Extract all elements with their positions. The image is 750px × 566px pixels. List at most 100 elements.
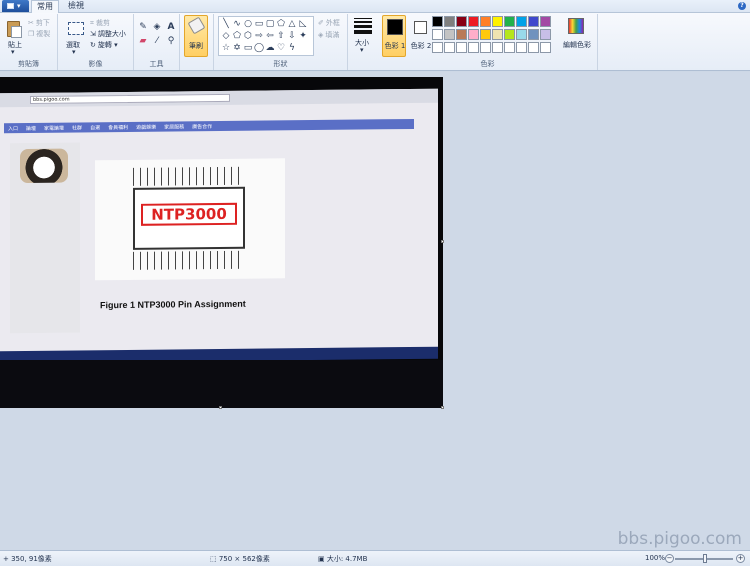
photo-nav-item: 會員福利 <box>108 124 129 132</box>
four-point-star-shape-icon[interactable]: ✦ <box>298 31 308 41</box>
palette-color-swatch[interactable] <box>468 16 479 27</box>
cursor-position-value: 350, 91像素 <box>11 555 52 563</box>
edit-colors-button[interactable]: 編輯色彩 <box>558 16 594 58</box>
eraser-icon[interactable]: ▰ <box>137 36 149 47</box>
tab-view[interactable]: 檢視 <box>62 0 90 13</box>
palette-color-swatch[interactable] <box>480 42 491 53</box>
palette-color-swatch[interactable] <box>456 16 467 27</box>
tools-group-label: 工具 <box>149 60 164 68</box>
palette-color-swatch[interactable] <box>528 42 539 53</box>
triangle-shape-icon[interactable]: △ <box>287 19 297 29</box>
diamond-shape-icon[interactable]: ◇ <box>221 31 231 41</box>
text-tool-icon[interactable]: A <box>165 22 177 33</box>
left-arrow-shape-icon[interactable]: ⇦ <box>265 31 275 41</box>
zoom-slider[interactable] <box>675 554 733 563</box>
photo-chip-label: NTP3000 <box>141 202 237 226</box>
palette-color-swatch[interactable] <box>516 16 527 27</box>
palette-color-swatch[interactable] <box>504 29 515 40</box>
cloud-callout-shape-icon[interactable]: ☁ <box>265 43 275 53</box>
palette-color-swatch[interactable] <box>516 29 527 40</box>
heart-shape-icon[interactable]: ♡ <box>276 43 286 53</box>
photo-nav-item: 論壇 <box>26 125 37 133</box>
canvas-image[interactable]: bbs.pigoo.com 入口 論壇 家電論壇 社群 自選 會員福利 遊戲娛樂 家居服務 廣告… <box>0 77 443 408</box>
hexagon-shape-icon[interactable]: ⬡ <box>243 31 253 41</box>
palette-color-swatch[interactable] <box>456 29 467 40</box>
cursor-position: + 350, 91像素 <box>3 554 52 564</box>
lightning-shape-icon[interactable]: ϟ <box>287 43 297 53</box>
crop-button[interactable]: ⌗ 裁剪 <box>90 18 110 28</box>
cut-button[interactable]: ✂ 剪下 <box>28 18 50 28</box>
pencil-icon[interactable]: ✎ <box>137 22 149 33</box>
palette-color-swatch[interactable] <box>444 29 455 40</box>
select-button[interactable]: 選取 ▾ <box>60 16 88 58</box>
zoom-in-button[interactable]: + <box>736 554 745 563</box>
callout-shape-icon[interactable]: ▭ <box>243 43 253 53</box>
palette-color-swatch[interactable] <box>492 16 503 27</box>
tab-home[interactable]: 常用 <box>31 0 59 13</box>
palette-color-swatch[interactable] <box>480 29 491 40</box>
paste-button[interactable]: 貼上 ▾ <box>2 16 24 58</box>
palette-color-swatch[interactable] <box>492 42 503 53</box>
palette-color-swatch[interactable] <box>468 29 479 40</box>
palette-color-swatch[interactable] <box>528 29 539 40</box>
palette-color-swatch[interactable] <box>504 16 515 27</box>
magnifier-icon[interactable]: ⚲ <box>165 36 177 47</box>
down-arrow-shape-icon[interactable]: ⇩ <box>287 31 297 41</box>
palette-color-swatch[interactable] <box>432 29 443 40</box>
palette-color-swatch[interactable] <box>444 42 455 53</box>
file-size: ▣ 大小: 4.7MB <box>318 554 367 564</box>
palette-color-swatch[interactable] <box>540 29 551 40</box>
color-1-button[interactable]: 色彩 1 <box>382 15 406 57</box>
oval-shape-icon[interactable]: ○ <box>243 19 253 29</box>
up-arrow-shape-icon[interactable]: ⇧ <box>276 31 286 41</box>
outline-button[interactable]: ✐ 外框 <box>318 18 340 28</box>
palette-color-swatch[interactable] <box>492 29 503 40</box>
palette-color-swatch[interactable] <box>528 16 539 27</box>
right-arrow-shape-icon[interactable]: ⇨ <box>254 31 264 41</box>
palette-color-swatch[interactable] <box>540 16 551 27</box>
photo-monitor-screen: bbs.pigoo.com 入口 論壇 家電論壇 社群 自選 會員福利 遊戲娛樂 家居服務 廣告… <box>0 88 438 364</box>
palette-color-swatch[interactable] <box>516 42 527 53</box>
palette-color-swatch[interactable] <box>444 16 455 27</box>
photo-nav-item: 家居服務 <box>164 124 185 131</box>
resize-button[interactable]: ⇲ 調整大小 <box>90 29 126 39</box>
six-point-star-shape-icon[interactable]: ✡ <box>232 43 242 53</box>
copy-button[interactable]: ❐ 複製 <box>28 29 50 39</box>
five-point-star-shape-icon[interactable]: ☆ <box>221 43 231 53</box>
resize-handle-corner[interactable] <box>441 406 444 409</box>
paint-menu-button[interactable]: ▾ <box>2 0 29 12</box>
scissors-icon: ✂ <box>28 19 34 27</box>
palette-color-swatch[interactable] <box>432 42 443 53</box>
photo-figure-caption: Figure 1 NTP3000 Pin Assignment <box>100 298 246 311</box>
right-triangle-shape-icon[interactable]: ◺ <box>298 19 308 29</box>
color-2-button[interactable]: 色彩 2 <box>408 15 432 57</box>
photo-browser-bar: bbs.pigoo.com <box>0 88 438 108</box>
palette-color-swatch[interactable] <box>480 16 491 27</box>
rotate-button[interactable]: ↻ 旋轉 ▾ <box>90 40 118 50</box>
oval-callout-shape-icon[interactable]: ◯ <box>254 43 264 53</box>
polygon-shape-icon[interactable]: ⬠ <box>276 19 286 29</box>
canvas-workspace[interactable]: bbs.pigoo.com 入口 論壇 家電論壇 社群 自選 會員福利 遊戲娛樂 家居服務 廣告… <box>0 72 750 550</box>
color-picker-icon[interactable]: ⁄ <box>151 36 163 47</box>
zoom-slider-knob[interactable] <box>703 554 707 563</box>
fill-bucket-icon[interactable]: ◈ <box>151 22 163 33</box>
palette-color-swatch[interactable] <box>504 42 515 53</box>
fill-button[interactable]: ◈ 填滿 <box>318 30 339 40</box>
pentagon-shape-icon[interactable]: ⬠ <box>232 31 242 41</box>
curve-shape-icon[interactable]: ∿ <box>232 19 242 29</box>
help-icon[interactable]: ? <box>738 2 746 10</box>
zoom-out-button[interactable]: − <box>665 554 674 563</box>
rectangle-shape-icon[interactable]: ▭ <box>254 19 264 29</box>
palette-color-swatch[interactable] <box>456 42 467 53</box>
resize-handle-bottom[interactable] <box>219 406 222 409</box>
rounded-rectangle-shape-icon[interactable]: ▢ <box>265 19 275 29</box>
palette-color-swatch[interactable] <box>540 42 551 53</box>
size-button[interactable]: 大小 ▾ <box>348 14 378 58</box>
resize-handle-right[interactable] <box>441 240 444 243</box>
palette-color-swatch[interactable] <box>432 16 443 27</box>
palette-color-swatch[interactable] <box>468 42 479 53</box>
line-shape-icon[interactable]: ╲ <box>221 19 231 29</box>
shapes-gallery[interactable]: ╲ ∿ ○ ▭ ▢ ⬠ △ ◺ ◇ ⬠ ⬡ ⇨ ⇦ ⇧ ⇩ ✦ ☆ ✡ ▭ ◯ … <box>218 16 314 56</box>
brushes-button[interactable]: 筆刷 <box>184 15 208 57</box>
image-size: ⬚ 750 × 562像素 <box>210 554 270 564</box>
